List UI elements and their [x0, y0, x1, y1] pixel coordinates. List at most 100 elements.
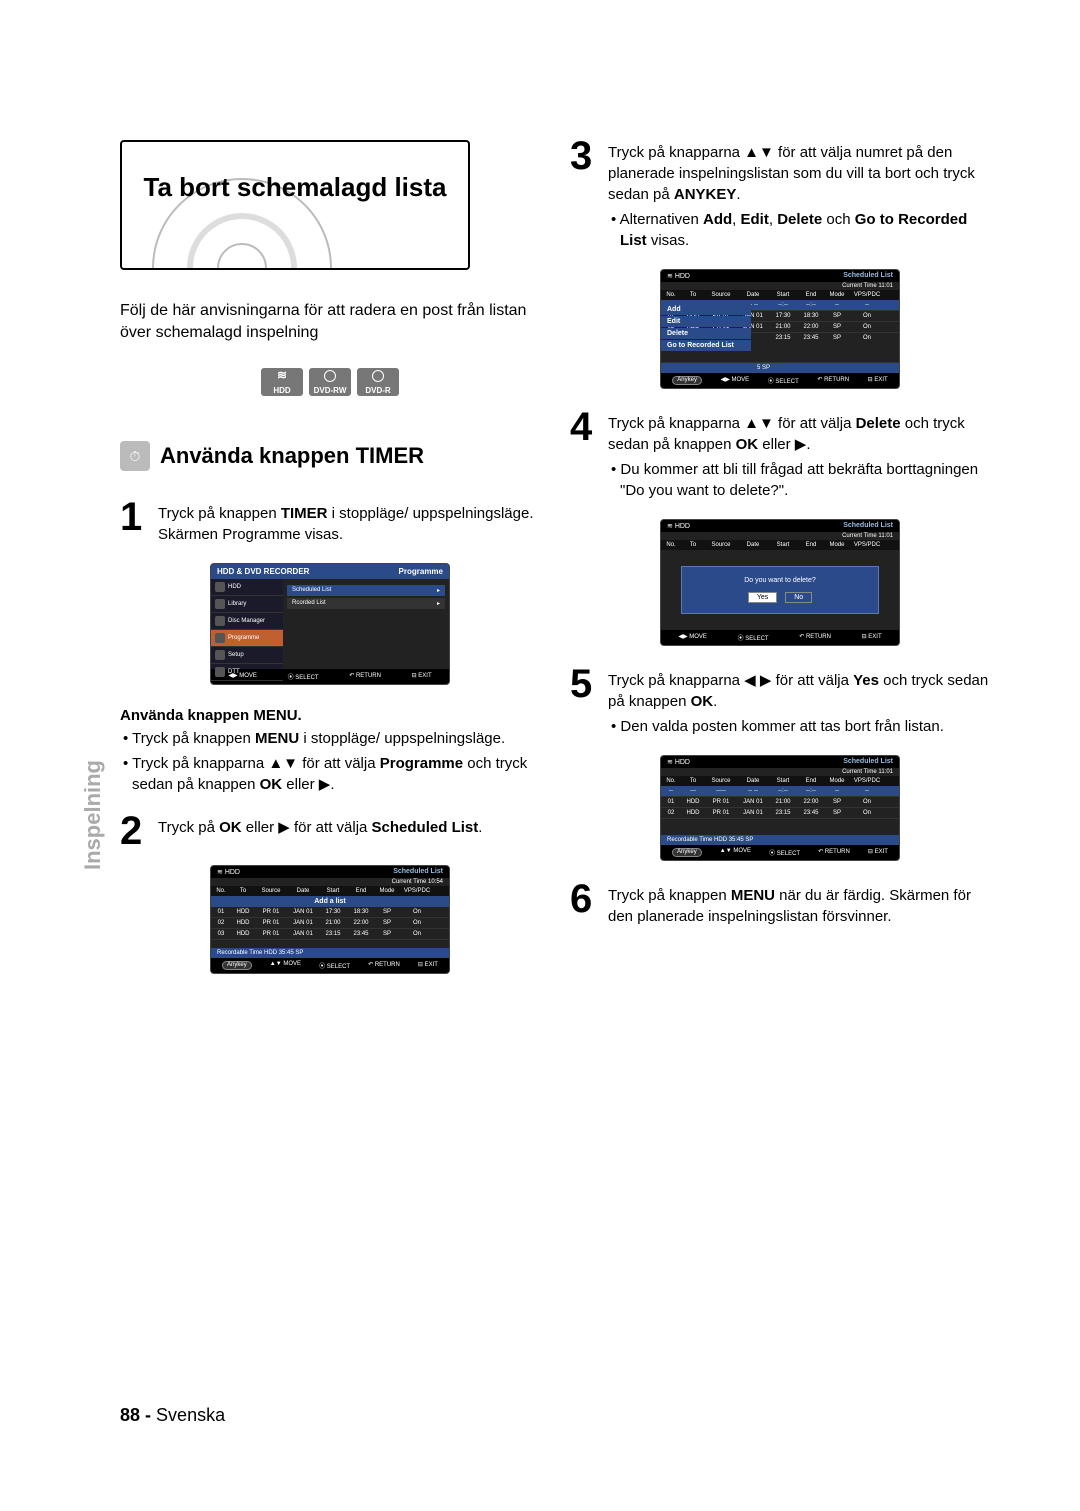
text-bold: Delete	[856, 415, 901, 432]
osd-time: Current Time 11:01	[661, 768, 899, 776]
anykey-pill: Anykey	[672, 376, 702, 385]
osd-scheduled-2: ≋ HDD Scheduled List Current Time 11:01 …	[660, 755, 900, 861]
menu-icon	[215, 616, 225, 626]
pill-dvdr-label: DVD-R	[357, 386, 399, 395]
text: EXIT	[418, 673, 431, 679]
bullet: Tryck på knapparna ▲▼ för att välja Prog…	[120, 753, 540, 795]
text-bold: OK	[260, 776, 283, 793]
osd-programme: HDD & DVD RECORDER Programme HDD Library…	[210, 563, 450, 685]
osd-screen-title: Scheduled List	[843, 272, 893, 279]
move-hint: ▲▼ MOVE	[720, 848, 751, 857]
text: Rcorded List	[292, 600, 326, 607]
sub-heading: Använda knappen MENU.	[120, 707, 540, 724]
step-3: 3 Tryck på knapparna ▲▼ för att välja nu…	[570, 140, 990, 251]
text-bold: ANYKEY	[674, 186, 737, 203]
osd-table-header: No.ToSourceDateStartEndModeVPS/PDC	[211, 886, 449, 896]
bullet: Alternativen Add, Edit, Delete och Go to…	[608, 209, 990, 251]
text: ,	[732, 211, 740, 228]
title-box: Ta bort schemalagd lista	[120, 140, 470, 270]
text-bold: MENU	[731, 887, 775, 904]
osd-table-header: No.ToSourceDateStartEndModeVPS/PDC	[661, 540, 899, 550]
step-number: 5	[570, 668, 598, 700]
return-hint: ↶ RETURN	[349, 672, 381, 681]
osd-list-item-selected: Scheduled List▸	[287, 585, 445, 596]
osd-title-right: Programme	[399, 567, 443, 576]
osd-popup-item: Go to Recorded List	[661, 340, 751, 351]
page-language: Svenska	[156, 1405, 225, 1425]
osd-header: ≋ HDD Scheduled List	[661, 270, 899, 282]
select-hint: ⦿ SELECT	[768, 376, 799, 385]
left-column: Ta bort schemalagd lista Följ de här anv…	[120, 140, 540, 996]
manual-page: Inspelning Ta bort schemalagd lista Följ…	[0, 0, 1080, 1511]
col: Source	[255, 888, 287, 894]
text-bold: OK	[691, 693, 714, 710]
dialog-text: Do you want to delete?	[690, 577, 870, 584]
step-4-body: Tryck på knapparna ▲▼ för att välja Dele…	[608, 411, 990, 501]
text: Tryck på knapparna ◀ ▶ för att välja	[608, 672, 853, 689]
text-bold: Yes	[853, 672, 879, 689]
step-2: 2 Tryck på OK eller ▶ för att välja Sche…	[120, 815, 540, 847]
osd-side-item-selected: Programme	[211, 630, 283, 647]
osd-time: Current Time 11:01	[661, 532, 899, 540]
text: Tryck på knapparna ▲▼ för att välja	[132, 755, 380, 772]
text-bold: OK	[736, 436, 759, 453]
menu-icon	[215, 650, 225, 660]
text-bold: MENU.	[253, 707, 301, 724]
text-bold: Programme	[380, 755, 463, 772]
osd-side-item: Library	[211, 596, 283, 613]
osd-hdd-label: HDD	[675, 273, 690, 280]
osd-footer: ◀▶ MOVE ⦿ SELECT ↶ RETURN ⊟ EXIT	[661, 630, 899, 645]
step-number: 3	[570, 140, 598, 172]
chevron-right-icon: ▸	[437, 587, 440, 594]
osd-table-header: No.ToSourceDateStartEndModeVPS/PDC	[661, 290, 899, 300]
step-4: 4 Tryck på knapparna ▲▼ för att välja De…	[570, 411, 990, 501]
bullet: Den valda posten kommer att tas bort frå…	[608, 716, 990, 737]
osd-main: Scheduled List▸ Rcorded List ▸	[283, 579, 449, 669]
move-hint: ▲▼ MOVE	[270, 961, 301, 970]
table-row: 01HDDPR 01JAN 0117:3018:30SPOn	[211, 907, 449, 918]
page-footer: 88 - Svenska	[120, 1405, 225, 1426]
return-hint: ↶ RETURN	[818, 848, 850, 857]
text-bold: MENU	[255, 730, 299, 747]
osd-recordable-time: 5 SP	[661, 363, 899, 373]
text: Setup	[228, 652, 244, 658]
osd-popup-item: Add	[661, 304, 751, 315]
text: Tryck på knapparna ▲▼ för att välja numr…	[608, 144, 975, 203]
osd-side-item: DTT	[211, 664, 283, 681]
osd-title-left: HDD & DVD RECORDER	[217, 567, 309, 576]
return-hint: ↶ RETURN	[799, 633, 831, 642]
chevron-right-icon: ▸	[437, 600, 440, 607]
section-title: Använda knappen TIMER	[160, 443, 424, 469]
select-hint: ⦿ SELECT	[738, 633, 769, 642]
step-2-body: Tryck på OK eller ▶ för att välja Schedu…	[158, 815, 540, 838]
select-hint: ⦿ SELECT	[769, 848, 800, 857]
text: HDD	[228, 584, 241, 590]
step-1: 1 Tryck på knappen TIMER i stoppläge/ up…	[120, 501, 540, 545]
table-row: ------------ ----:----:------	[661, 786, 899, 797]
osd-list-item: Rcorded List ▸	[287, 598, 445, 609]
exit-hint: ⊟ EXIT	[868, 376, 888, 385]
page-number: 88 -	[120, 1405, 151, 1425]
osd-side-item: Disc Manager	[211, 613, 283, 630]
text: och	[822, 211, 855, 228]
pill-hdd-label: HDD	[261, 386, 303, 395]
return-hint: ↶ RETURN	[368, 961, 400, 970]
osd-footer: Anykey ▲▼ MOVE ⦿ SELECT ↶ RETURN ⊟ EXIT	[211, 958, 449, 973]
text: Tryck på knappen	[132, 730, 255, 747]
hdd-stack-icon: ≋	[277, 370, 287, 380]
anykey-pill: Anykey	[222, 961, 252, 970]
osd-time: Current Time 11:01	[661, 282, 899, 290]
move-hint: ◀▶ MOVE	[678, 633, 707, 642]
pill-dvdr: DVD-R	[357, 368, 399, 396]
text: Library	[228, 601, 246, 607]
step-1-body: Tryck på knappen TIMER i stoppläge/ upps…	[158, 501, 540, 545]
text-bold: Add	[703, 211, 732, 228]
media-pills: ≋ HDD DVD-RW DVD-R	[120, 368, 540, 396]
step-6: 6 Tryck på knappen MENU när du är färdig…	[570, 883, 990, 927]
text: eller ▶.	[282, 776, 334, 793]
step-number: 4	[570, 411, 598, 443]
osd-hdd-label: HDD	[675, 523, 690, 530]
section-heading: ⏱ Använda knappen TIMER	[120, 441, 540, 471]
osd-header: ≋ HDD Scheduled List	[661, 520, 899, 532]
osd-add-list-row: Add a list	[211, 896, 449, 907]
